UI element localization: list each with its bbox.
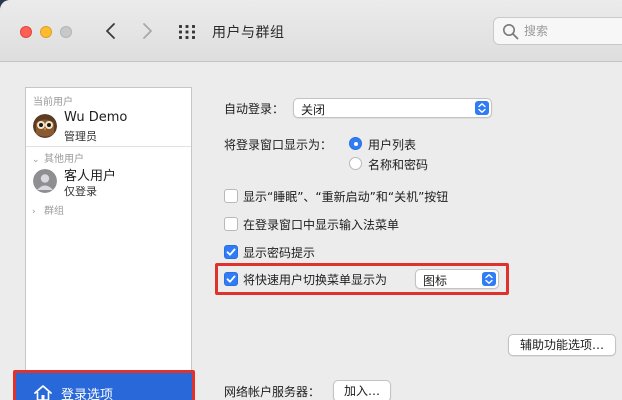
window-title: 用户与群组 <box>212 25 285 41</box>
person-icon <box>33 169 57 193</box>
checkmark-icon <box>226 248 236 256</box>
zoom-window-button[interactable] <box>60 26 72 38</box>
chevron-left-icon <box>106 23 115 39</box>
close-window-button[interactable] <box>20 26 32 38</box>
checkbox-password-hints[interactable] <box>224 245 238 259</box>
auto-login-value: 关闭 <box>301 103 326 117</box>
join-button[interactable]: 加入… <box>333 380 391 400</box>
user-name: Wu Demo <box>64 110 128 125</box>
sidebar-divider <box>26 146 191 147</box>
other-users-header[interactable]: ⌄ 其他用户 <box>32 150 84 165</box>
checkbox-password-hints-label: 显示密码提示 <box>243 246 316 260</box>
radio-user-list-label: 用户列表 <box>368 138 417 152</box>
title-bar: 用户与群组 <box>0 0 622 62</box>
show-all-button[interactable] <box>178 23 196 41</box>
guest-avatar <box>33 169 57 193</box>
login-window-display-label: 将登录窗口显示为： <box>224 138 333 152</box>
radio-name-password-label: 名称和密码 <box>368 158 429 172</box>
accessibility-options-button[interactable]: 辅助功能选项… <box>508 334 616 356</box>
groups-header[interactable]: › 群组 <box>32 202 64 217</box>
auto-login-label: 自动登录： <box>224 102 285 116</box>
chevron-right-icon: › <box>32 207 36 217</box>
owl-icon <box>33 114 57 138</box>
search-field[interactable] <box>493 17 622 45</box>
user-role: 管理员 <box>64 130 97 143</box>
guest-name: 客人用户 <box>64 169 117 184</box>
login-options-label: 登录选项 <box>61 388 114 400</box>
auto-login-popup[interactable]: 关闭 <box>293 98 492 118</box>
checkbox-show-buttons[interactable] <box>224 189 238 203</box>
network-account-server-label: 网络帐户服务器： <box>224 385 321 399</box>
preferences-window: 用户与群组 当前用户 Wu D <box>0 0 622 400</box>
popup-stepper-icon <box>475 101 489 115</box>
user-row-wu-demo[interactable]: Wu Demo 管理员 <box>26 110 191 146</box>
checkmark-icon <box>226 275 236 283</box>
back-button[interactable] <box>100 18 122 44</box>
radio-user-list[interactable] <box>349 137 362 150</box>
chevron-right-icon <box>143 23 152 39</box>
checkbox-fast-user-switch[interactable] <box>224 272 238 286</box>
login-options-button[interactable]: 登录选项 <box>13 370 195 400</box>
checkbox-show-buttons-label: 显示“睡眠”、“重新启动”和“关机”按钮 <box>243 190 449 204</box>
popup-stepper-icon <box>482 272 496 286</box>
search-input[interactable] <box>524 22 622 40</box>
search-icon <box>503 24 519 40</box>
fast-user-switch-value: 图标 <box>423 274 448 288</box>
chevron-down-icon: ⌄ <box>32 155 40 165</box>
house-icon <box>34 385 52 400</box>
owl-avatar <box>33 114 57 138</box>
checkbox-fast-user-switch-label: 将快速用户切换菜单显示为 <box>243 273 388 287</box>
checkbox-input-menu-label: 在登录窗口中显示输入法菜单 <box>243 218 400 232</box>
fast-user-switch-popup[interactable]: 图标 <box>415 269 499 289</box>
current-users-header: 当前用户 <box>33 97 73 108</box>
checkbox-input-menu[interactable] <box>224 217 238 231</box>
forward-button[interactable] <box>136 18 158 44</box>
grid-icon <box>179 25 195 39</box>
other-users-label: 其他用户 <box>44 154 84 165</box>
guest-role: 仅登录 <box>64 185 97 198</box>
minimize-window-button[interactable] <box>40 26 52 38</box>
users-sidebar: 当前用户 Wu Demo 管理员 ⌄ 其他用户 客人用户 仅登录 › 群组 <box>25 87 192 400</box>
groups-label: 群组 <box>44 206 64 217</box>
user-row-guest[interactable]: 客人用户 仅登录 <box>26 165 191 201</box>
radio-name-password[interactable] <box>349 157 362 170</box>
